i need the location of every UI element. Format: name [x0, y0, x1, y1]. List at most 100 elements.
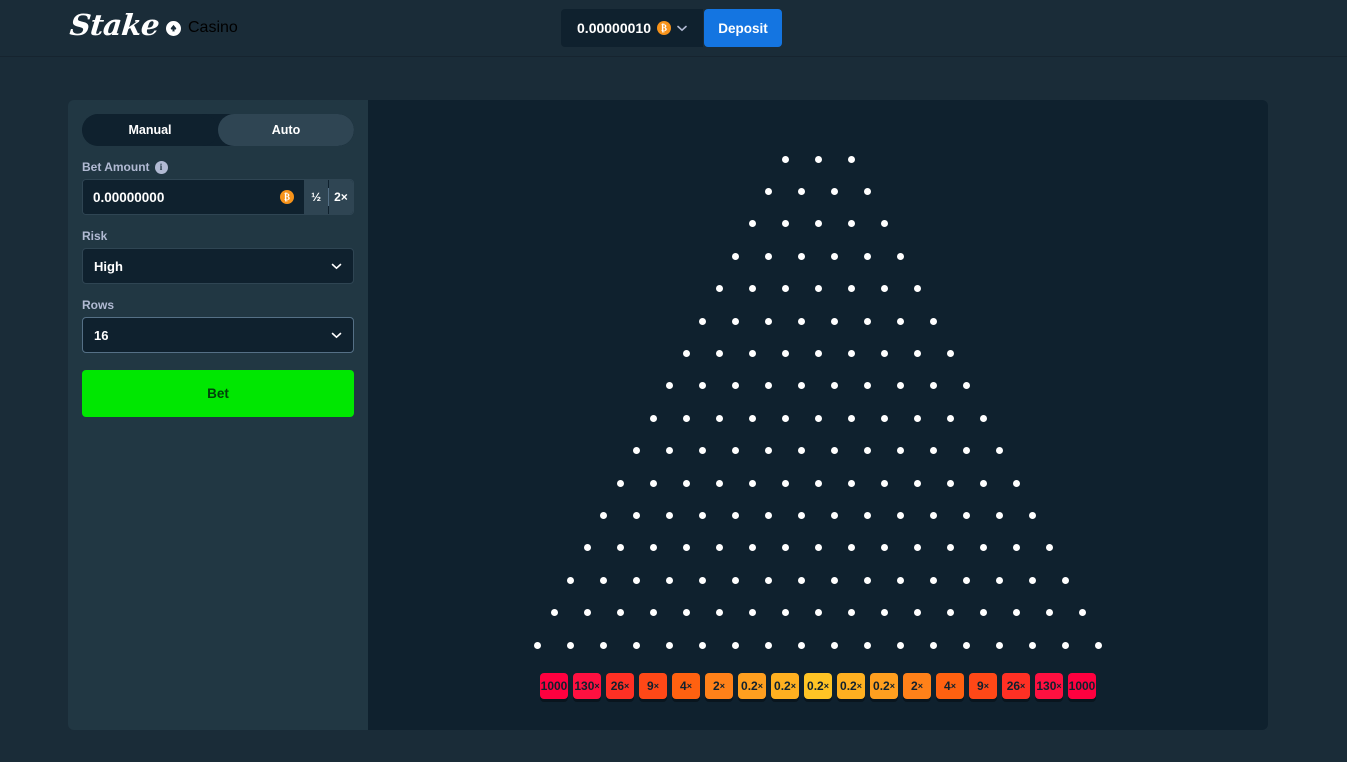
- top-header: Stake Casino 0.00000010 ₿ Deposit: [0, 0, 1347, 57]
- peg: [666, 382, 673, 389]
- peg: [914, 609, 921, 616]
- peg: [1046, 609, 1053, 616]
- peg: [963, 512, 970, 519]
- peg: [782, 480, 789, 487]
- mode-tab-group: Manual Auto: [82, 114, 354, 146]
- peg: [881, 220, 888, 227]
- multiplier-value: 0.2: [807, 679, 824, 693]
- balance-selector[interactable]: 0.00000010 ₿: [561, 9, 703, 47]
- peg: [683, 609, 690, 616]
- tab-auto[interactable]: Auto: [218, 114, 354, 146]
- halve-bet-button[interactable]: ½: [304, 180, 328, 214]
- peg: [732, 512, 739, 519]
- peg: [815, 480, 822, 487]
- peg: [897, 318, 904, 325]
- peg: [765, 447, 772, 454]
- multiplier-suffix: ×: [857, 681, 862, 691]
- peg: [881, 609, 888, 616]
- peg: [666, 642, 673, 649]
- peg: [848, 350, 855, 357]
- peg: [732, 253, 739, 260]
- bet-amount-input[interactable]: [93, 190, 274, 205]
- peg: [765, 382, 772, 389]
- peg: [996, 577, 1003, 584]
- peg: [815, 220, 822, 227]
- multiplier-tile: 9×: [639, 673, 667, 699]
- peg: [732, 318, 739, 325]
- multiplier-tile: 2×: [705, 673, 733, 699]
- bet-button[interactable]: Bet: [82, 370, 354, 417]
- multiplier-suffix: ×: [758, 681, 763, 691]
- multiplier-tile: 2×: [903, 673, 931, 699]
- peg: [798, 447, 805, 454]
- multiplier-suffix: ×: [1056, 681, 1061, 691]
- deposit-button[interactable]: Deposit: [704, 9, 782, 47]
- peg: [600, 642, 607, 649]
- peg: [848, 415, 855, 422]
- peg: [749, 609, 756, 616]
- peg: [848, 156, 855, 163]
- peg: [600, 577, 607, 584]
- peg: [716, 350, 723, 357]
- multiplier-value: 130: [574, 679, 594, 693]
- peg: [980, 544, 987, 551]
- peg: [666, 577, 673, 584]
- spade-circle-icon: [166, 21, 181, 36]
- tab-manual[interactable]: Manual: [82, 114, 218, 146]
- multiplier-value: 2: [911, 679, 918, 693]
- peg: [897, 512, 904, 519]
- peg: [798, 382, 805, 389]
- multiplier-suffix: ×: [984, 681, 989, 691]
- peg: [765, 253, 772, 260]
- multiplier-value: 2: [713, 679, 720, 693]
- peg: [963, 447, 970, 454]
- peg: [699, 642, 706, 649]
- peg: [996, 512, 1003, 519]
- peg: [650, 544, 657, 551]
- casino-nav-link[interactable]: Casino: [166, 19, 238, 37]
- peg: [848, 609, 855, 616]
- multiplier-suffix: ×: [791, 681, 796, 691]
- peg: [864, 577, 871, 584]
- peg: [798, 253, 805, 260]
- peg: [716, 285, 723, 292]
- peg: [914, 480, 921, 487]
- peg: [633, 577, 640, 584]
- peg: [617, 609, 624, 616]
- multiplier-tile: 9×: [969, 673, 997, 699]
- peg: [881, 480, 888, 487]
- peg: [650, 609, 657, 616]
- stake-logo[interactable]: Stake: [68, 8, 161, 42]
- peg: [633, 642, 640, 649]
- peg: [930, 577, 937, 584]
- double-bet-button[interactable]: 2×: [329, 180, 353, 214]
- peg: [897, 253, 904, 260]
- rows-select[interactable]: 16: [82, 317, 354, 353]
- peg: [699, 577, 706, 584]
- peg: [864, 512, 871, 519]
- peg: [798, 188, 805, 195]
- peg: [782, 544, 789, 551]
- peg: [831, 188, 838, 195]
- bet-amount-label-row: Bet Amount i: [82, 160, 354, 174]
- multiplier-suffix: ×: [890, 681, 895, 691]
- multiplier-suffix: ×: [1020, 681, 1025, 691]
- risk-select[interactable]: High: [82, 248, 354, 284]
- peg: [864, 318, 871, 325]
- peg: [1046, 544, 1053, 551]
- peg: [864, 188, 871, 195]
- peg: [831, 447, 838, 454]
- peg: [848, 480, 855, 487]
- peg: [749, 350, 756, 357]
- peg: [897, 577, 904, 584]
- multiplier-value: 26: [611, 679, 624, 693]
- peg: [831, 253, 838, 260]
- multiplier-value: 0.2: [840, 679, 857, 693]
- peg: [666, 447, 673, 454]
- peg: [699, 382, 706, 389]
- multiplier-tile: 4×: [672, 673, 700, 699]
- peg: [584, 609, 591, 616]
- peg: [732, 382, 739, 389]
- peg: [848, 285, 855, 292]
- info-icon[interactable]: i: [155, 161, 168, 174]
